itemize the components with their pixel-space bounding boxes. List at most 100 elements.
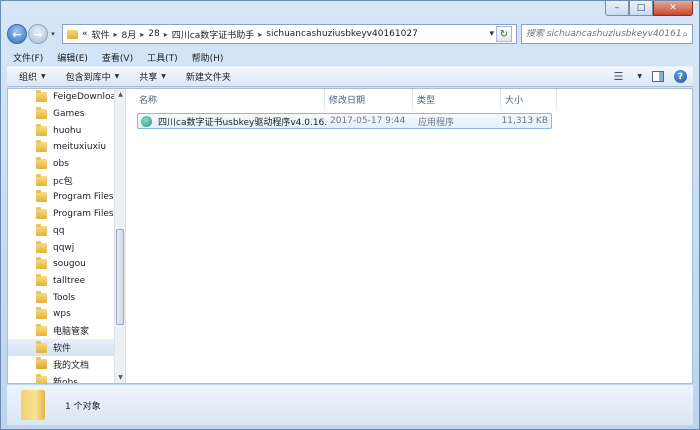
folder-icon — [36, 240, 47, 253]
search-icon[interactable]: ⌕ — [682, 29, 688, 40]
recent-pages-dropdown[interactable]: ▾ — [48, 30, 58, 38]
folder-icon — [36, 273, 47, 286]
scroll-down-icon[interactable]: ▼ — [115, 372, 125, 383]
scrollbar-thumb[interactable] — [116, 229, 124, 325]
folder-icon — [67, 29, 78, 39]
share-button[interactable]: 共享 ▼ — [139, 70, 166, 83]
breadcrumb-item[interactable]: 28 — [148, 29, 159, 39]
folder-icon — [36, 207, 47, 220]
organize-label: 组织 — [19, 73, 38, 83]
column-header-name[interactable]: 名称 — [135, 89, 325, 110]
address-dropdown[interactable]: ▾ — [489, 29, 494, 39]
folder-icon — [36, 290, 47, 303]
item-count: 1 个对象 — [65, 401, 101, 412]
nav-folder-label: 我的文档 — [53, 360, 90, 371]
breadcrumb-item[interactable]: 8月 — [122, 28, 137, 41]
nav-folder-item[interactable]: obs — [8, 156, 114, 173]
content-area: FeigeDownloa Games huohu meituxiuxiu obs… — [7, 88, 693, 384]
breadcrumb-separator-icon[interactable]: ▸ — [140, 30, 144, 39]
nav-folder-item[interactable]: huohu — [8, 122, 114, 139]
view-dropdown-icon[interactable]: ▼ — [637, 73, 642, 80]
column-header-size[interactable]: 大小 — [501, 89, 557, 110]
nav-folder-item[interactable]: Games — [8, 106, 114, 123]
nav-folder-label: Games — [53, 109, 85, 120]
folder-icon — [36, 307, 47, 320]
nav-folder-label: 软件 — [53, 344, 72, 355]
share-label: 共享 — [139, 73, 158, 83]
folder-icon — [36, 340, 47, 353]
nav-folder-item[interactable]: talltree — [8, 273, 114, 290]
breadcrumb-separator-icon[interactable]: ▸ — [258, 30, 262, 39]
nav-folder-item[interactable]: 软件 — [8, 339, 114, 356]
organize-button[interactable]: 组织 ▼ — [19, 70, 46, 83]
folder-icon — [36, 190, 47, 203]
menu-help[interactable]: 帮助(H) — [192, 51, 224, 64]
forward-button[interactable]: → — [28, 24, 48, 44]
nav-folder-item[interactable]: Program Files — [8, 189, 114, 206]
app-icon — [141, 115, 152, 127]
maximize-button[interactable]: □ — [629, 1, 653, 16]
breadcrumb-item[interactable]: 四川ca数字证书助手 — [172, 28, 254, 41]
refresh-icon[interactable]: ↻ — [496, 26, 512, 42]
nav-folder-item[interactable]: 我的文档 — [8, 356, 114, 373]
command-bar: 组织 ▼ 包含到库中 ▼ 共享 ▼ 新建文件夹 ☰ ▼ ? — [7, 66, 693, 87]
nav-folder-label: sougou — [53, 259, 86, 270]
breadcrumb-separator-icon[interactable]: ▸ — [114, 30, 118, 39]
nav-folder-item[interactable]: 新obs — [8, 373, 114, 383]
nav-folder-item[interactable]: qqwj — [8, 239, 114, 256]
documents-folder-icon — [36, 357, 47, 370]
folder-icon — [36, 90, 47, 103]
folder-icon — [36, 157, 47, 170]
view-options-icon[interactable]: ☰ — [614, 70, 624, 83]
nav-folder-label: FeigeDownloa — [53, 92, 114, 103]
folder-icon — [36, 257, 47, 270]
preview-pane-icon[interactable] — [652, 71, 664, 82]
address-bar[interactable]: « 软件 ▸ 8月 ▸ 28 ▸ 四川ca数字证书助手 ▸ sichuancas… — [62, 24, 517, 44]
nav-folder-item[interactable]: meituxiuxiu — [8, 139, 114, 156]
help-icon[interactable]: ? — [674, 70, 687, 83]
folder-tree: FeigeDownloa Games huohu meituxiuxiu obs… — [8, 89, 114, 383]
overflow-chevron[interactable]: « — [82, 29, 88, 39]
file-size: 11,313 KB — [501, 116, 548, 126]
folder-icon — [36, 140, 47, 153]
back-button[interactable]: ← — [7, 24, 27, 44]
toolbar-right: ☰ ▼ ? — [614, 70, 694, 83]
minimize-button[interactable]: – — [605, 1, 629, 16]
menu-edit[interactable]: 编辑(E) — [57, 51, 88, 64]
nav-folder-item[interactable]: wps — [8, 306, 114, 323]
close-button[interactable]: ✕ — [653, 1, 693, 16]
nav-folder-item[interactable]: 电脑管家 — [8, 323, 114, 340]
search-input[interactable] — [526, 29, 683, 39]
nav-folder-item[interactable]: FeigeDownloa — [8, 89, 114, 106]
include-in-library-button[interactable]: 包含到库中 ▼ — [66, 70, 120, 83]
file-name: 四川ca数字证书usbkey驱动程序v4.0.16.... — [158, 117, 327, 128]
menu-tools[interactable]: 工具(T) — [147, 51, 178, 64]
column-header-type[interactable]: 类型 — [413, 89, 501, 110]
column-header-date[interactable]: 修改日期 — [325, 89, 413, 110]
file-row[interactable]: 四川ca数字证书usbkey驱动程序v4.0.16.... 2017-05-17… — [137, 113, 552, 129]
explorer-window: – □ ✕ ← → ▾ « 软件 ▸ 8月 ▸ 28 ▸ 四川ca数字证书助手 … — [0, 0, 700, 430]
nav-folder-item[interactable]: sougou — [8, 256, 114, 273]
folder-icon — [36, 323, 47, 336]
nav-folder-item[interactable]: pc包 — [8, 172, 114, 189]
chevron-down-icon: ▼ — [161, 73, 166, 80]
nav-folder-label: obs — [53, 159, 69, 170]
nav-folder-item[interactable]: qq — [8, 223, 114, 240]
nav-folder-item[interactable]: Tools — [8, 289, 114, 306]
folder-icon — [36, 374, 47, 383]
include-library-label: 包含到库中 — [65, 73, 111, 83]
search-box[interactable]: ⌕ — [521, 24, 693, 44]
breadcrumb-separator-icon[interactable]: ▸ — [164, 30, 168, 39]
file-list-pane: 名称 修改日期 类型 大小 四川ca数字证书usbkey驱动程序v4.0.16.… — [127, 89, 692, 383]
nav-scrollbar[interactable]: ▲ ▼ — [114, 89, 125, 383]
menu-bar: 文件(F) 编辑(E) 查看(V) 工具(T) 帮助(H) — [7, 49, 693, 66]
folder-icon — [36, 223, 47, 236]
menu-file[interactable]: 文件(F) — [13, 51, 43, 64]
new-folder-button[interactable]: 新建文件夹 — [186, 70, 231, 83]
breadcrumb-item-current[interactable]: sichuancashuziusbkeyv40161027 — [266, 29, 418, 39]
menu-view[interactable]: 查看(V) — [102, 51, 133, 64]
breadcrumb-item[interactable]: 软件 — [92, 28, 110, 41]
scroll-up-icon[interactable]: ▲ — [115, 89, 125, 100]
nav-folder-item[interactable]: Program Files — [8, 206, 114, 223]
file-date: 2017-05-17 9:44 — [330, 116, 406, 126]
